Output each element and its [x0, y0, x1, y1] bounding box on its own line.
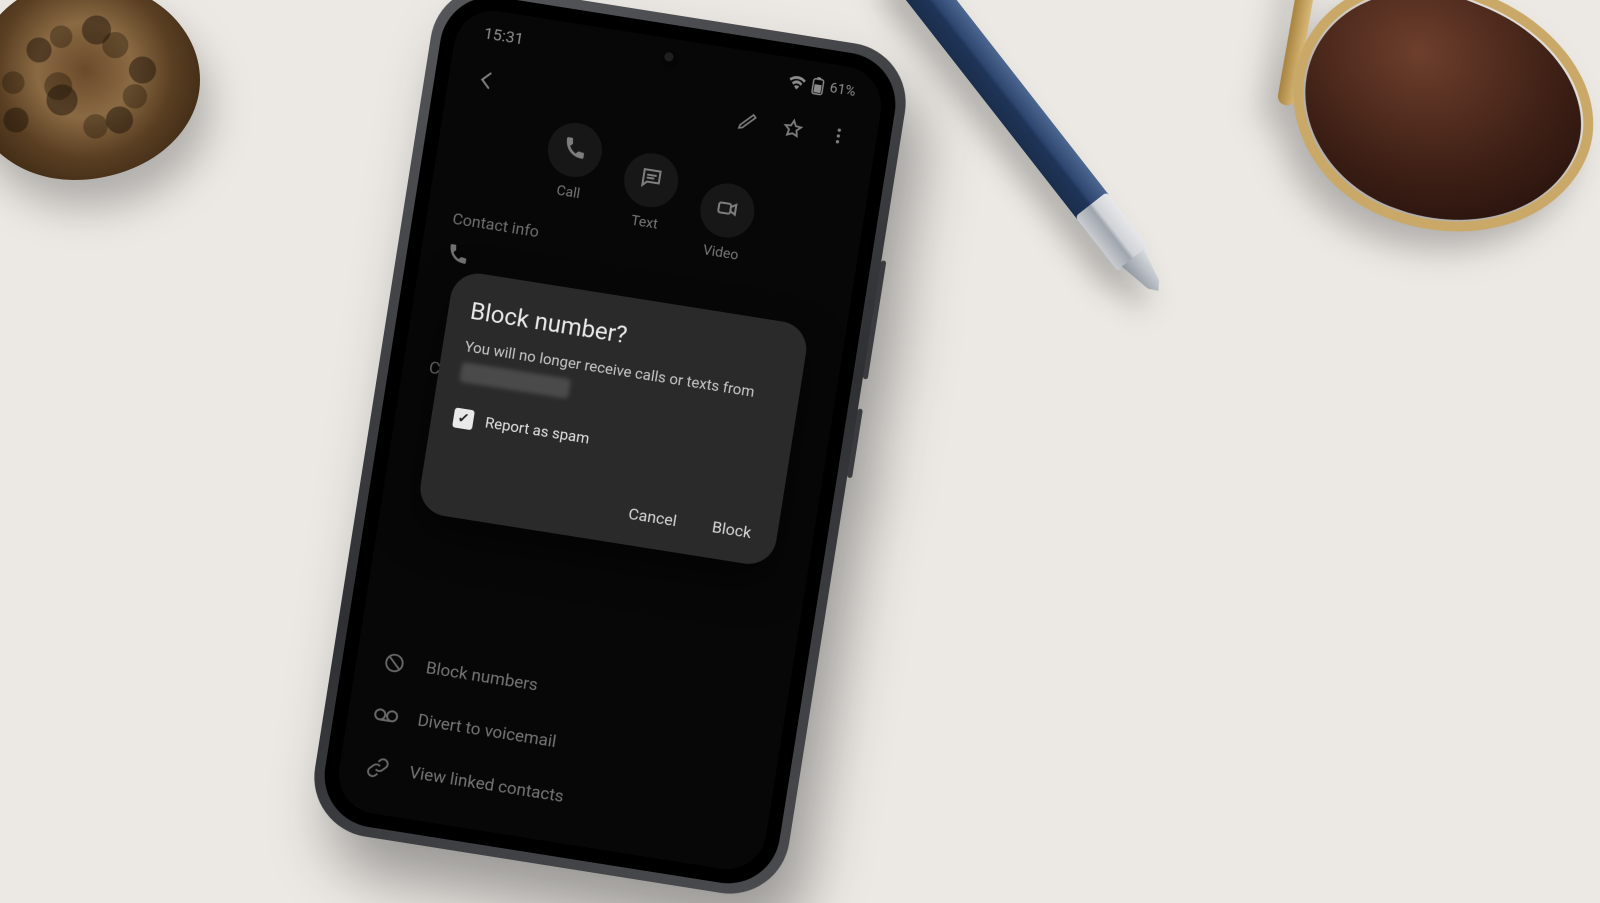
prop-sunglasses: [1219, 0, 1600, 338]
screen: 15:31 61%: [333, 5, 887, 875]
phone: 15:31 61%: [306, 0, 915, 902]
cancel-button[interactable]: Cancel: [622, 497, 683, 536]
checkbox-checked-icon: ✓: [452, 407, 475, 430]
prop-pen: [884, 0, 1174, 303]
report-spam-checkbox[interactable]: ✓ Report as spam: [452, 407, 767, 476]
report-spam-label: Report as spam: [484, 413, 591, 447]
block-button[interactable]: Block: [706, 510, 758, 548]
prop-pinecone: [0, 0, 200, 180]
